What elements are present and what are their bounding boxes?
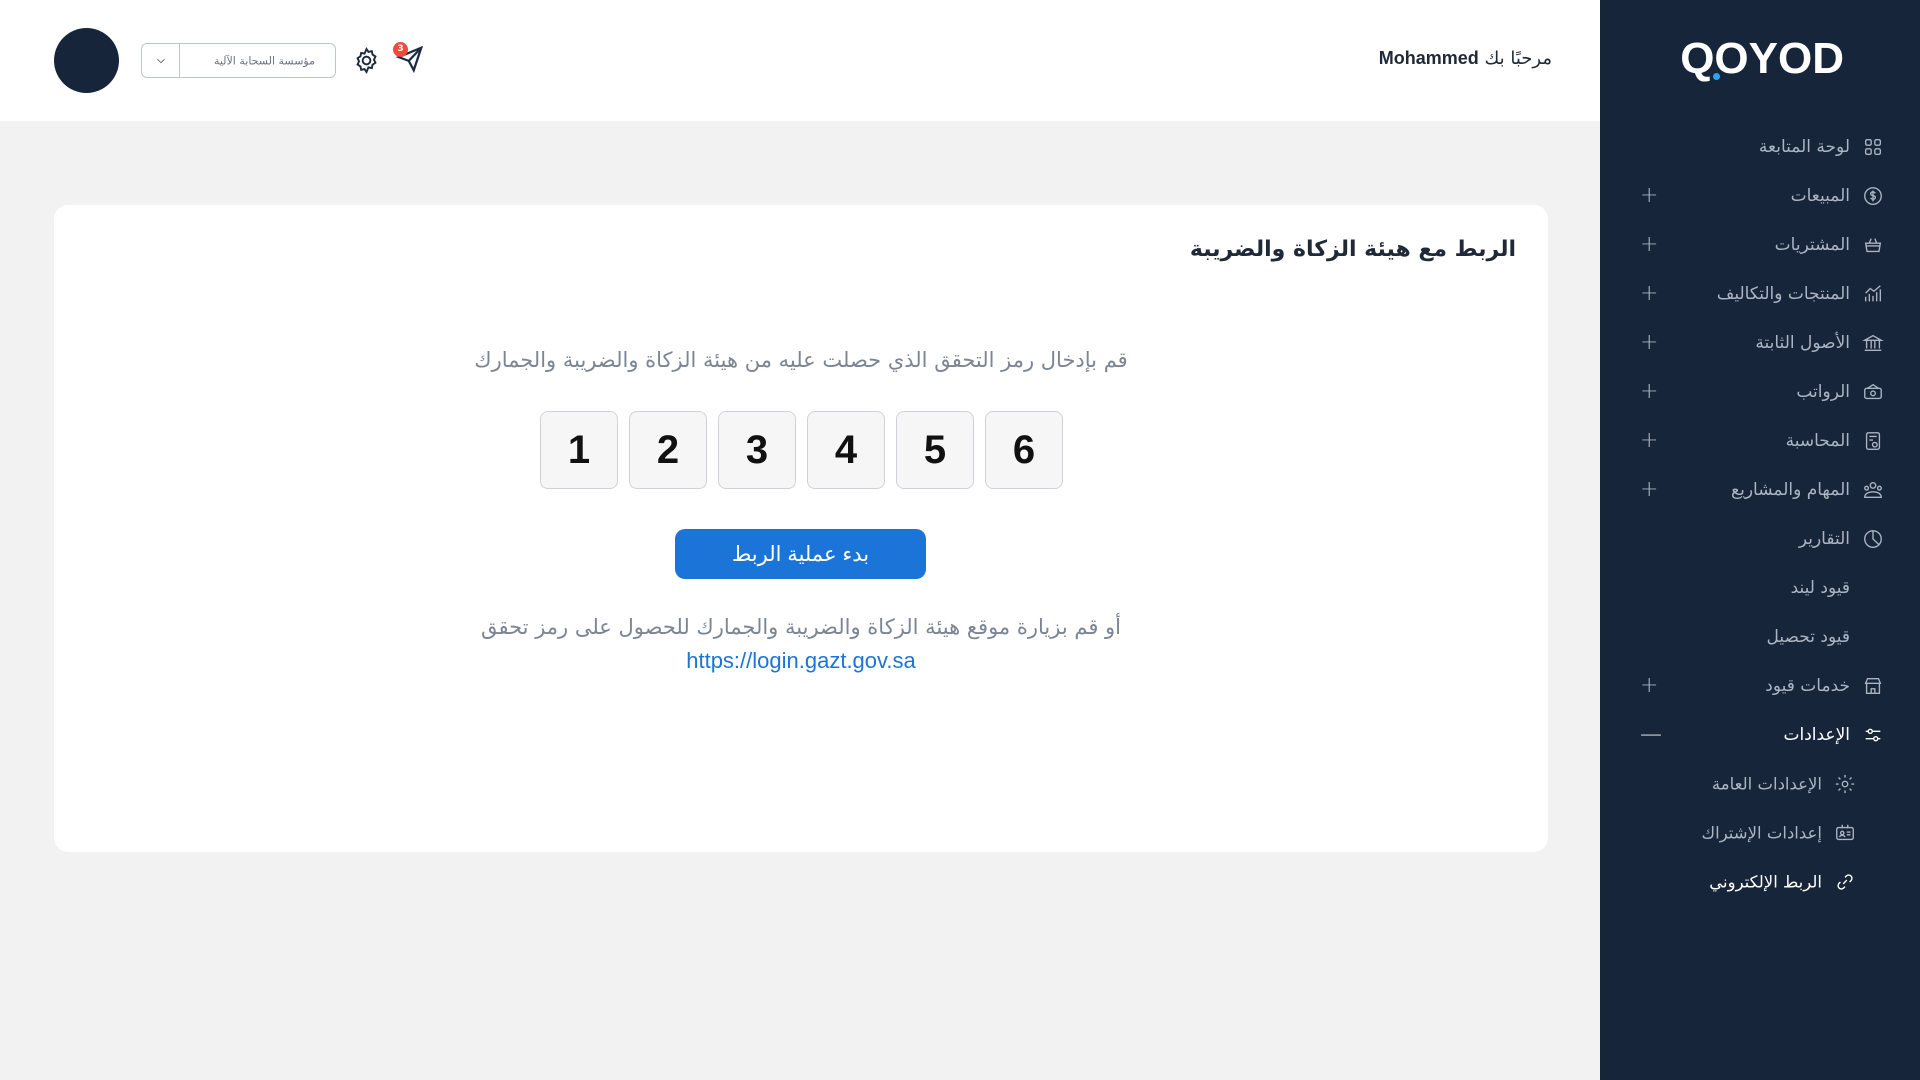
sidebar-item-label: الرواتب: [1796, 381, 1850, 402]
sidebar-subitem-e-integration[interactable]: الربط الإلكتروني: [1600, 857, 1920, 906]
sidebar-item-label: الإعدادات: [1783, 724, 1850, 745]
sidebar-item-label: لوحة المتابعة: [1758, 136, 1850, 157]
sidebar-item-label: الإعدادات العامة: [1711, 774, 1822, 793]
expand-plus-icon[interactable]: +: [1640, 184, 1658, 207]
sidebar-item-fixed-assets[interactable]: الأصول الثابتة +: [1600, 318, 1920, 367]
zatca-portal-link[interactable]: https://login.gazt.gov.sa: [54, 648, 1548, 674]
gear-icon: [1834, 773, 1856, 795]
user-name: Mohammed: [1378, 48, 1479, 68]
sidebar-item-label: المشتريات: [1774, 234, 1850, 255]
expand-plus-icon[interactable]: +: [1640, 282, 1658, 305]
sidebar-item-label: المهام والمشاريع: [1731, 479, 1850, 500]
cash-icon: [1862, 381, 1884, 403]
welcome-greeting: مرحبًا بك Mohammed: [1379, 48, 1552, 69]
expand-plus-icon[interactable]: +: [1640, 674, 1658, 697]
otp-digit-input[interactable]: 4: [807, 411, 885, 489]
otp-instruction: قم بإدخال رمز التحقق الذي حصلت عليه من ه…: [474, 348, 1128, 372]
sidebar-item-qoyod-collection[interactable]: قيود تحصيل: [1600, 612, 1920, 661]
sidebar-item-label: خدمات قيود: [1765, 675, 1850, 696]
otp-digit-input[interactable]: 6: [985, 411, 1063, 489]
avatar[interactable]: [54, 28, 119, 93]
shopping-basket-icon: [1862, 234, 1884, 256]
sidebar-subitem-subscription-settings[interactable]: إعدادات الإشتراك: [1600, 808, 1920, 857]
sidebar-item-products-costs[interactable]: المنتجات والتكاليف +: [1600, 269, 1920, 318]
growth-chart-icon: [1862, 283, 1884, 305]
sidebar: QOYOD لوحة المتابعة المبيعات + المشتريات…: [1600, 0, 1920, 1080]
sidebar-nav: لوحة المتابعة المبيعات + المشتريات + الم…: [1600, 122, 1920, 906]
sidebar-item-label: إعدادات الإشتراك: [1701, 823, 1822, 842]
expand-plus-icon[interactable]: +: [1640, 233, 1658, 256]
chevron-down-icon[interactable]: [142, 44, 180, 77]
collapse-minus-icon[interactable]: —: [1640, 723, 1662, 746]
sidebar-item-label: المبيعات: [1790, 185, 1850, 206]
sidebar-item-dashboard[interactable]: لوحة المتابعة: [1600, 122, 1920, 171]
sidebar-item-tasks-projects[interactable]: المهام والمشاريع +: [1600, 465, 1920, 514]
notification-badge: 3: [393, 42, 408, 57]
sidebar-item-reports[interactable]: التقارير: [1600, 514, 1920, 563]
sidebar-item-label: المنتجات والتكاليف: [1716, 283, 1850, 304]
greeting-prefix: مرحبًا بك: [1484, 48, 1552, 69]
otp-digit-input[interactable]: 2: [629, 411, 707, 489]
institution-icon: [1862, 332, 1884, 354]
link-icon: [1834, 871, 1856, 893]
qoyod-logo[interactable]: QOYOD: [1680, 34, 1844, 84]
store-icon: [1862, 675, 1884, 697]
otp-digit-input[interactable]: 5: [896, 411, 974, 489]
sidebar-item-label: قيود تحصيل: [1766, 626, 1850, 647]
sidebar-item-qoyod-lend[interactable]: قيود ليند: [1600, 563, 1920, 612]
otp-digit-input[interactable]: 1: [540, 411, 618, 489]
pie-chart-icon: [1862, 528, 1884, 550]
expand-plus-icon[interactable]: +: [1640, 478, 1658, 501]
start-integration-button[interactable]: بدء عملية الربط: [675, 529, 926, 579]
expand-plus-icon[interactable]: +: [1640, 331, 1658, 354]
sidebar-subitem-general-settings[interactable]: الإعدادات العامة: [1600, 759, 1920, 808]
sidebar-item-accounting[interactable]: المحاسبة +: [1600, 416, 1920, 465]
expand-plus-icon[interactable]: +: [1640, 380, 1658, 403]
sidebar-item-qoyod-services[interactable]: خدمات قيود +: [1600, 661, 1920, 710]
sidebar-item-payroll[interactable]: الرواتب +: [1600, 367, 1920, 416]
zatca-integration-card: الربط مع هيئة الزكاة والضريبة قم بإدخال …: [54, 205, 1548, 852]
logo-text: QOYOD: [1680, 34, 1844, 83]
accounting-document-icon: [1862, 430, 1884, 452]
gear-icon[interactable]: [352, 46, 381, 75]
sidebar-item-label: التقارير: [1798, 528, 1850, 549]
organization-select[interactable]: مؤسسة السحابة الآلية: [141, 43, 336, 78]
otp-input-group: 1 2 3 4 5 6: [540, 411, 1063, 489]
expand-plus-icon[interactable]: +: [1640, 429, 1658, 452]
organization-name: مؤسسة السحابة الآلية: [213, 54, 315, 67]
sidebar-item-sales[interactable]: المبيعات +: [1600, 171, 1920, 220]
team-icon: [1862, 479, 1884, 501]
alternative-instruction: أو قم بزيارة موقع هيئة الزكاة والضريبة و…: [480, 615, 1122, 639]
sliders-icon: [1862, 724, 1884, 746]
dashboard-grid-icon: [1862, 136, 1884, 158]
id-card-icon: [1834, 822, 1856, 844]
sidebar-item-label: الربط الإلكتروني: [1709, 872, 1822, 891]
sidebar-item-label: قيود ليند: [1790, 577, 1850, 598]
dollar-circle-icon: [1862, 185, 1884, 207]
sidebar-item-label: الأصول الثابتة: [1755, 332, 1850, 353]
sidebar-item-label: المحاسبة: [1785, 430, 1850, 451]
top-header: مرحبًا بك Mohammed 3 مؤسسة السحابة الآلي…: [0, 0, 1600, 121]
page-title: الربط مع هيئة الزكاة والضريبة: [1189, 237, 1516, 262]
sidebar-item-settings[interactable]: الإعدادات —: [1600, 710, 1920, 759]
otp-digit-input[interactable]: 3: [718, 411, 796, 489]
sidebar-item-purchases[interactable]: المشتريات +: [1600, 220, 1920, 269]
